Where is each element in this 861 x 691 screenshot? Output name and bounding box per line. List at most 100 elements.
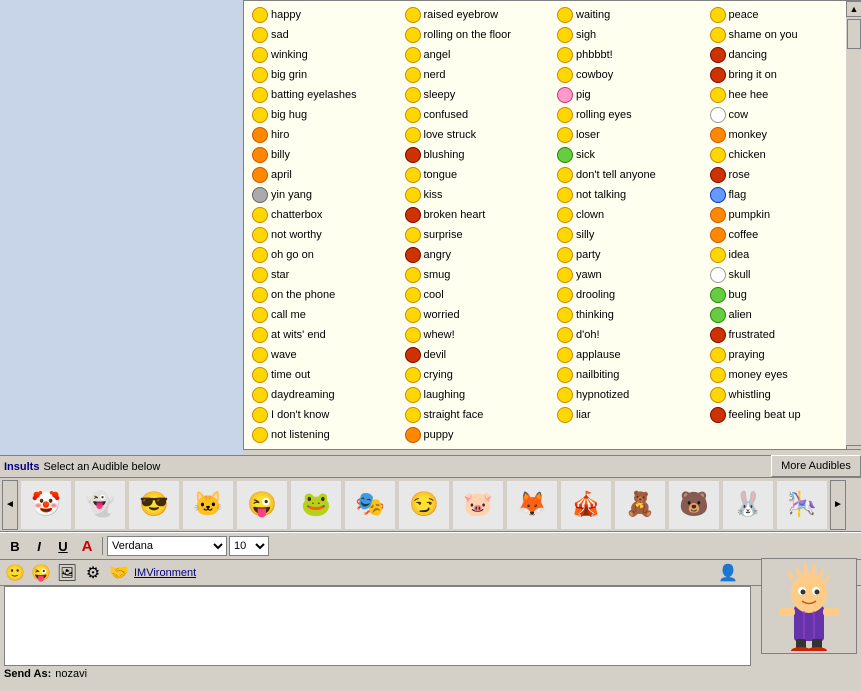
italic-button[interactable]: I	[28, 535, 50, 557]
emoji-item-whistling[interactable]: whistling	[706, 385, 859, 405]
emoji-item-liar[interactable]: liar	[553, 405, 706, 425]
emoji-item-billy[interactable]: billy	[248, 145, 401, 165]
emoji-item-big-grin[interactable]: big grin	[248, 65, 401, 85]
emoji-item-money-eyes[interactable]: money eyes	[706, 365, 859, 385]
emoji-item-coffee[interactable]: coffee	[706, 225, 859, 245]
emoji-item-star[interactable]: star	[248, 265, 401, 285]
emoji-item-pig[interactable]: pig	[553, 85, 706, 105]
emoji-item-hypnotized[interactable]: hypnotized	[553, 385, 706, 405]
emoji-item-skull[interactable]: skull	[706, 265, 859, 285]
emoji-item-frustrated[interactable]: frustrated	[706, 325, 859, 345]
emoji-item-batting-eyelashes[interactable]: batting eyelashes	[248, 85, 401, 105]
audible-item-a7[interactable]: 🎭	[344, 480, 396, 530]
wink-icon[interactable]: 😜	[30, 562, 52, 584]
emoji-item-kiss[interactable]: kiss	[401, 185, 554, 205]
audible-item-a14[interactable]: 🐰	[722, 480, 774, 530]
emoji-item-yawn[interactable]: yawn	[553, 265, 706, 285]
emoji-item-angry[interactable]: angry	[401, 245, 554, 265]
font-select[interactable]: ArialComic Sans MSCourier NewGeorgiaTime…	[107, 536, 227, 556]
emoji-item-raised-eyebrow[interactable]: raised eyebrow	[401, 5, 554, 25]
scrollbar-down-btn[interactable]: ▼	[846, 445, 861, 450]
emoji-item-call-me[interactable]: call me	[248, 305, 401, 325]
emoji-item-yin-yang[interactable]: yin yang	[248, 185, 401, 205]
settings-icon[interactable]: ⚙	[82, 562, 104, 584]
emoji-item-dont-tell-anyone[interactable]: don't tell anyone	[553, 165, 706, 185]
emoji-item-at-wits-end[interactable]: at wits' end	[248, 325, 401, 345]
emoji-item-surprise[interactable]: surprise	[401, 225, 554, 245]
audible-item-a11[interactable]: 🎪	[560, 480, 612, 530]
emoji-item-doh[interactable]: d'oh!	[553, 325, 706, 345]
emoji-item-broken-heart[interactable]: broken heart	[401, 205, 554, 225]
emoji-item-cow[interactable]: cow	[706, 105, 859, 125]
bold-button[interactable]: B	[4, 535, 26, 557]
smiley-icon[interactable]: 🙂	[4, 562, 26, 584]
emoji-item-winking[interactable]: winking	[248, 45, 401, 65]
emoji-item-sad[interactable]: sad	[248, 25, 401, 45]
emoji-item-loser[interactable]: loser	[553, 125, 706, 145]
audible-item-a15[interactable]: 🎠	[776, 480, 828, 530]
audible-item-a4[interactable]: 🐱	[182, 480, 234, 530]
emoji-item-cool[interactable]: cool	[401, 285, 554, 305]
emoji-item-rolling-on-the-floor[interactable]: rolling on the floor	[401, 25, 554, 45]
audibles-scroll-left[interactable]: ◄	[2, 480, 18, 530]
emoji-item-on-the-phone[interactable]: on the phone	[248, 285, 401, 305]
emoji-item-rose[interactable]: rose	[706, 165, 859, 185]
emoji-item-flag[interactable]: flag	[706, 185, 859, 205]
emoji-item-crying[interactable]: crying	[401, 365, 554, 385]
more-audibles-button[interactable]: More Audibles	[771, 455, 861, 477]
emoji-item-chatterbox[interactable]: chatterbox	[248, 205, 401, 225]
audible-item-a6[interactable]: 🐸	[290, 480, 342, 530]
emoji-item-feeling-beat-up[interactable]: feeling beat up	[706, 405, 859, 425]
emoji-item-april[interactable]: april	[248, 165, 401, 185]
emoji-item-applause[interactable]: applause	[553, 345, 706, 365]
emoji-item-i-dont-know[interactable]: I don't know	[248, 405, 401, 425]
emoji-item-hee-hee[interactable]: hee hee	[706, 85, 859, 105]
emoji-item-whew[interactable]: whew!	[401, 325, 554, 345]
emoji-item-shame-on-you[interactable]: shame on you	[706, 25, 859, 45]
emoji-item-not-listening[interactable]: not listening	[248, 425, 401, 445]
emoji-item-peace[interactable]: peace	[706, 5, 859, 25]
emoji-item-sigh[interactable]: sigh	[553, 25, 706, 45]
audible-item-a10[interactable]: 🦊	[506, 480, 558, 530]
emoji-item-party[interactable]: party	[553, 245, 706, 265]
emoji-item-not-worthy[interactable]: not worthy	[248, 225, 401, 245]
emoji-item-praying[interactable]: praying	[706, 345, 859, 365]
emoji-item-confused[interactable]: confused	[401, 105, 554, 125]
emoji-item-nailbiting[interactable]: nailbiting	[553, 365, 706, 385]
audible-item-a5[interactable]: 😜	[236, 480, 288, 530]
emoji-item-drooling[interactable]: drooling	[553, 285, 706, 305]
emoji-item-devil[interactable]: devil	[401, 345, 554, 365]
emoji-item-waiting[interactable]: waiting	[553, 5, 706, 25]
emoji-item-cowboy[interactable]: cowboy	[553, 65, 706, 85]
emoji-item-blushing[interactable]: blushing	[401, 145, 554, 165]
emoji-item-idea[interactable]: idea	[706, 245, 859, 265]
emoji-item-hiro[interactable]: hiro	[248, 125, 401, 145]
emoji-item-rolling-eyes[interactable]: rolling eyes	[553, 105, 706, 125]
audible-item-a13[interactable]: 🐻	[668, 480, 720, 530]
emoji-item-sleepy[interactable]: sleepy	[401, 85, 554, 105]
emoji-item-laughing[interactable]: laughing	[401, 385, 554, 405]
emoji-item-smug[interactable]: smug	[401, 265, 554, 285]
emoji-item-happy[interactable]: happy	[248, 5, 401, 25]
emoji-item-love-struck[interactable]: love struck	[401, 125, 554, 145]
emoji-item-angel[interactable]: angel	[401, 45, 554, 65]
underline-button[interactable]: U	[52, 535, 74, 557]
emoji-item-thinking[interactable]: thinking	[553, 305, 706, 325]
emoji-item-pumpkin[interactable]: pumpkin	[706, 205, 859, 225]
imvironment-link[interactable]: IMVironment	[134, 567, 196, 579]
emoji-item-tongue[interactable]: tongue	[401, 165, 554, 185]
emoji-item-puppy[interactable]: puppy	[401, 425, 554, 445]
handshake-icon[interactable]: 🤝	[108, 562, 130, 584]
emoji-item-time-out[interactable]: time out	[248, 365, 401, 385]
user-icon[interactable]: 👤	[717, 562, 739, 584]
audible-item-a1[interactable]: 🤡	[20, 480, 72, 530]
scrollbar-up-btn[interactable]: ▲	[846, 1, 861, 17]
emoji-item-big-hug[interactable]: big hug	[248, 105, 401, 125]
emoji-item-bug[interactable]: bug	[706, 285, 859, 305]
scrollbar-thumb[interactable]	[847, 19, 861, 49]
background-icon[interactable]: 🖼	[56, 562, 78, 584]
emoji-item-chicken[interactable]: chicken	[706, 145, 859, 165]
audible-item-a12[interactable]: 🧸	[614, 480, 666, 530]
emoji-item-nerd[interactable]: nerd	[401, 65, 554, 85]
emoji-item-dancing[interactable]: dancing	[706, 45, 859, 65]
